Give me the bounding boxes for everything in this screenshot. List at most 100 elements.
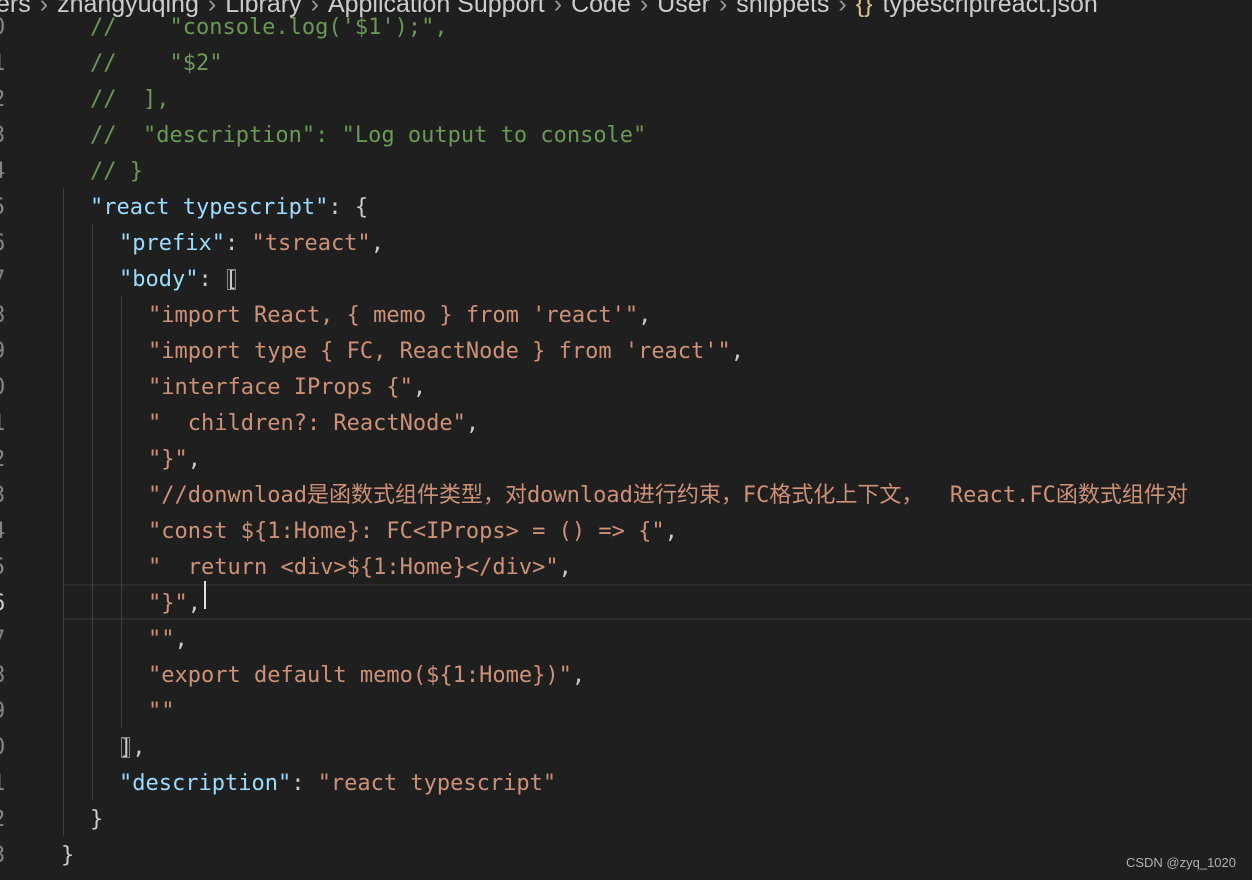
matched-bracket: ]: [119, 735, 133, 760]
line-number: 1: [0, 766, 14, 802]
string-value: "//donwnload是函数式组件类型，对download进行约束，FC格式化…: [148, 483, 1188, 508]
code-text: "body": [: [119, 262, 238, 298]
punctuation: ,: [638, 303, 652, 328]
code-line[interactable]: 5 "react typescript": {: [0, 190, 1252, 226]
line-number: 4: [0, 514, 14, 550]
code-text: " return <div>${1:Home}</div>",: [148, 550, 572, 586]
punctuation: }: [90, 807, 104, 832]
code-text: "import type { FC, ReactNode } from 'rea…: [148, 334, 744, 370]
string-value: "": [148, 699, 175, 724]
line-number: 8: [0, 658, 14, 694]
punctuation: ,: [558, 555, 572, 580]
code-text: "import React, { memo } from 'react'",: [148, 298, 651, 334]
code-line[interactable]: 3}: [0, 838, 1252, 874]
code-line[interactable]: 1 // "$2": [0, 46, 1252, 82]
json-key: "description": [119, 771, 292, 796]
text-cursor: [204, 581, 206, 609]
code-text: " children?: ReactNode",: [148, 406, 479, 442]
line-number: 0: [0, 370, 14, 406]
line-number: 1: [0, 406, 14, 442]
code-text: "const ${1:Home}: FC<IProps> = () => {",: [148, 514, 678, 550]
json-key: "react typescript": [90, 195, 329, 220]
punctuation: ,: [370, 231, 384, 256]
punctuation: ,: [174, 627, 188, 652]
json-key: "body": [119, 267, 199, 292]
string-value: "": [148, 627, 175, 652]
code-line[interactable]: 8 "import React, { memo } from 'react'",: [0, 298, 1252, 334]
string-value: "import React, { memo } from 'react'": [148, 303, 639, 328]
punctuation: ,: [187, 447, 201, 472]
code-line[interactable]: 4 // }: [0, 154, 1252, 190]
code-text: "prefix": "tsreact",: [119, 226, 384, 262]
code-line[interactable]: 6 "prefix": "tsreact",: [0, 226, 1252, 262]
code-text: "export default memo(${1:Home})",: [148, 658, 585, 694]
line-number: 2: [0, 442, 14, 478]
punctuation: ,: [571, 663, 586, 688]
line-number: 7: [0, 622, 14, 658]
code-line[interactable]: 3 "//donwnload是函数式组件类型，对download进行约束，FC格式…: [0, 478, 1252, 514]
punctuation: ,: [664, 519, 678, 544]
code-line[interactable]: 0 // "console.log('$1');",: [0, 10, 1252, 46]
string-value: " return <div>${1:Home}</div>": [148, 555, 559, 580]
string-value: "export default memo(${1:Home})": [148, 663, 572, 688]
line-number: 6: [0, 586, 14, 622]
code-text: // "console.log('$1');",: [90, 10, 448, 46]
code-line[interactable]: 2 // ],: [0, 82, 1252, 118]
line-number: 3: [0, 838, 14, 874]
code-line[interactable]: 1 " children?: ReactNode",: [0, 406, 1252, 442]
line-number: 7: [0, 262, 14, 298]
code-line[interactable]: 6 "}",: [0, 586, 1252, 622]
code-line[interactable]: 2 "}",: [0, 442, 1252, 478]
string-value: "}": [148, 591, 188, 616]
string-value: "}": [148, 447, 188, 472]
code-text: "interface IProps {",: [148, 370, 426, 406]
string-value: "interface IProps {": [148, 375, 413, 400]
code-text: "": [148, 694, 175, 730]
line-number: 2: [0, 82, 14, 118]
watermark: CSDN @zyq_1020: [1125, 855, 1236, 870]
code-line[interactable]: 9 "import type { FC, ReactNode } from 're…: [0, 334, 1252, 370]
code-line[interactable]: 3 // "description": "Log output to consol…: [0, 118, 1252, 154]
code-line[interactable]: 0 "interface IProps {",: [0, 370, 1252, 406]
code-text: // }: [90, 154, 143, 190]
code-text: "react typescript": {: [90, 190, 368, 226]
code-line[interactable]: 2}: [0, 802, 1252, 838]
code-text: }: [90, 802, 103, 838]
code-line[interactable]: 4 "const ${1:Home}: FC<IProps> = () => {"…: [0, 514, 1252, 550]
punctuation: ,: [412, 375, 427, 400]
line-number: 5: [0, 550, 14, 586]
line-number: 5: [0, 190, 14, 226]
string-value: "react typescript": [317, 771, 557, 796]
punctuation: : {: [328, 195, 369, 220]
code-line[interactable]: 7 "body": [: [0, 262, 1252, 298]
punctuation: }: [61, 843, 75, 868]
code-line[interactable]: 7 "",: [0, 622, 1252, 658]
code-line[interactable]: 0],: [0, 730, 1252, 766]
code-line[interactable]: 1 "description": "react typescript": [0, 766, 1252, 802]
code-line[interactable]: 9 "": [0, 694, 1252, 730]
line-number: 0: [0, 10, 14, 46]
line-number: 3: [0, 478, 14, 514]
line-number: 3: [0, 118, 14, 154]
line-number: 2: [0, 802, 14, 838]
punctuation: :: [291, 771, 318, 796]
punctuation: ,: [465, 411, 480, 436]
punctuation: ,: [132, 735, 146, 760]
line-number: 6: [0, 226, 14, 262]
code-text: "}",: [148, 442, 201, 478]
json-key: "prefix": [119, 231, 225, 256]
code-editor[interactable]: 0 // "console.log('$1');", 1 // "$2" 2 // ], 3…: [0, 10, 1252, 880]
line-number: 8: [0, 298, 14, 334]
comment-text: // "console.log('$1');",: [90, 15, 448, 40]
comment-text: // ],: [90, 87, 170, 112]
code-text: "",: [148, 622, 188, 658]
code-line[interactable]: 8 "export default memo(${1:Home})",: [0, 658, 1252, 694]
code-text: // ],: [90, 82, 169, 118]
string-value: " children?: ReactNode": [148, 411, 466, 436]
line-number: 9: [0, 334, 14, 370]
code-text: ],: [119, 730, 146, 766]
line-number: 0: [0, 730, 14, 766]
matched-bracket: [: [224, 267, 239, 292]
code-line[interactable]: 5 " return <div>${1:Home}</div>",: [0, 550, 1252, 586]
code-text: "}",: [148, 586, 201, 622]
